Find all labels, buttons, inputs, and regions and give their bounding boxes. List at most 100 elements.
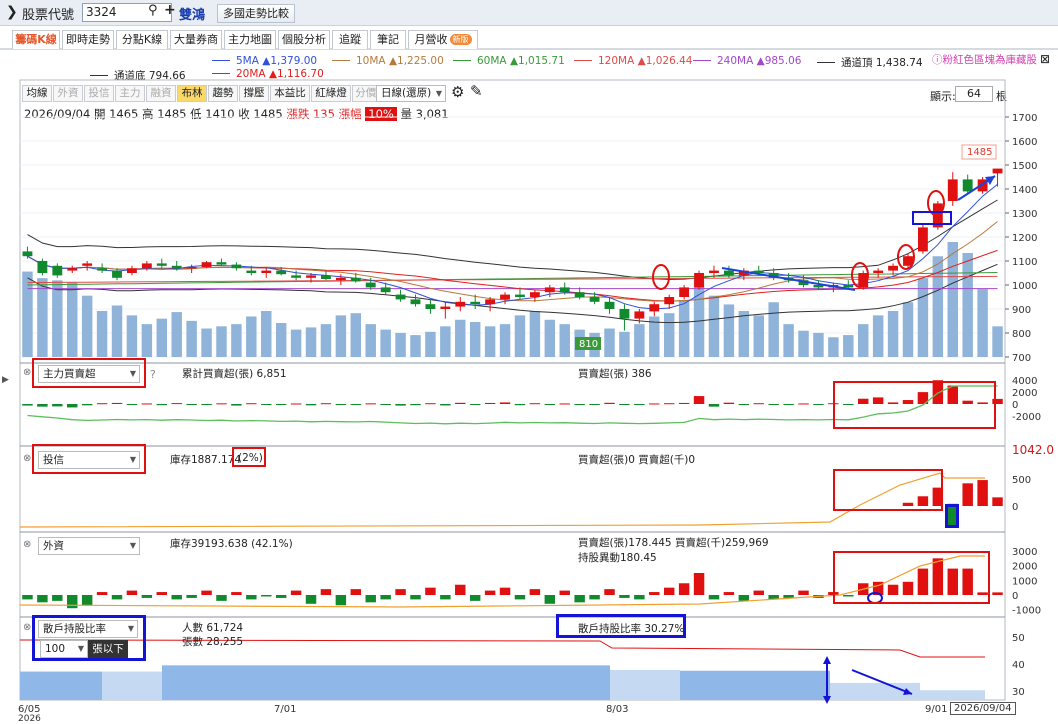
foreign-select[interactable]: 外資 ▼	[38, 537, 140, 555]
price-tick-label: 900	[1012, 305, 1031, 316]
price-tick-label: 1000	[1012, 281, 1037, 292]
foreign-bar	[619, 595, 630, 598]
candle-body	[873, 270, 884, 273]
price-chart[interactable]: 1700 1600 1500 1400 1300 1200 1100 1000 900 800 70…	[0, 0, 1058, 720]
candle-body	[888, 265, 898, 271]
volume-bar	[231, 324, 242, 357]
trust-side-value: 1042.0	[1012, 443, 1054, 457]
volume-bar	[380, 329, 391, 357]
volume-bar	[768, 302, 779, 357]
volume-bar	[410, 335, 421, 357]
candle-body	[171, 265, 182, 269]
panel-toggle-icon[interactable]: ▶	[2, 375, 9, 385]
volume-bar	[499, 324, 511, 357]
candle-body	[291, 275, 302, 278]
trust-bar	[962, 483, 973, 506]
foreign-bar	[440, 595, 451, 600]
foreign-select-label: 外資	[43, 540, 64, 552]
volume-bar	[947, 242, 958, 357]
foreign-bar	[529, 589, 541, 595]
trust-tick-label: 0	[1012, 502, 1018, 513]
holders-tick-label: 50	[1012, 633, 1025, 644]
candle-body	[37, 261, 48, 273]
panel-close-icon[interactable]: ⊗	[23, 622, 31, 633]
foreign-bar	[231, 592, 242, 595]
panel-close-icon[interactable]: ⊗	[23, 367, 31, 378]
candle-body	[500, 294, 510, 300]
candle-body	[22, 251, 33, 257]
volume-bar	[484, 326, 496, 357]
main-force-bar	[365, 403, 376, 405]
main-force-bar	[275, 404, 287, 405]
volume-bar	[275, 323, 287, 357]
candle-body	[619, 309, 630, 319]
main-force-bar	[52, 404, 63, 407]
volume-bar	[678, 300, 690, 357]
foreign-bar	[275, 595, 287, 598]
main-force-bar	[22, 404, 33, 406]
foreign-change-label: 持股異動180.45	[578, 552, 657, 564]
annotation-box-holders-ratio	[556, 614, 686, 638]
volume-bar	[783, 324, 794, 357]
volume-bar	[917, 278, 929, 357]
main-force-bar	[201, 404, 212, 406]
holders-people-line	[19, 639, 985, 658]
volume-bar	[514, 315, 526, 357]
main-force-bar	[783, 404, 794, 405]
candle-body	[156, 263, 167, 266]
annotation-trend-line	[721, 267, 856, 291]
price-tick-label: 1700	[1012, 113, 1037, 124]
candle-body	[231, 264, 242, 269]
annotation-box-trust-pct	[232, 447, 266, 467]
foreign-bar	[380, 595, 391, 600]
volume-bar	[663, 313, 675, 357]
annotation-box-foreign-bars	[833, 551, 990, 604]
main-force-bar	[559, 403, 570, 405]
volume-bar	[455, 319, 466, 357]
main-force-bar	[499, 402, 511, 404]
main-force-bar	[171, 403, 182, 405]
panel-close-icon[interactable]: ⊗	[23, 453, 31, 464]
panel-close-icon[interactable]: ⊗	[23, 539, 31, 550]
main-force-bar	[335, 404, 347, 405]
main-force-bar	[678, 402, 690, 404]
foreign-bar	[663, 587, 675, 595]
price-tick-label: 700	[1012, 353, 1031, 364]
candle-body	[559, 287, 570, 293]
volume-bar	[350, 313, 362, 357]
candle-body	[664, 297, 675, 305]
volume-bar	[22, 271, 33, 357]
annotation-box-main-force-select	[32, 358, 146, 388]
candle-body	[947, 179, 958, 201]
volume-bar	[902, 302, 914, 357]
volume-bar	[186, 320, 197, 357]
volume-bar	[365, 324, 376, 357]
main-force-bar	[723, 402, 735, 404]
volume-bar	[201, 328, 212, 357]
foreign-bar	[514, 595, 526, 600]
foreign-tick-label: 3000	[1012, 547, 1037, 558]
main-force-bar	[111, 402, 123, 404]
price-tick-label: 1300	[1012, 209, 1037, 220]
foreign-bar	[634, 595, 645, 600]
help-icon[interactable]: ?	[150, 368, 156, 381]
volume-bar	[96, 311, 108, 357]
candle-body	[97, 268, 108, 271]
volume-bar	[634, 324, 645, 357]
volume-bar	[872, 315, 884, 357]
main-force-tick-label: 0	[1012, 400, 1018, 411]
trust-holding-label: 庫存1887.174	[170, 454, 242, 466]
volume-bar	[887, 311, 899, 357]
main-force-tick-label: 4000	[1012, 376, 1037, 387]
holders-tick-label: 40	[1012, 660, 1025, 671]
candle-body	[112, 270, 122, 278]
main-force-bar	[544, 404, 556, 405]
main-force-tick-label: -2000	[1012, 412, 1041, 423]
foreign-bar	[425, 587, 436, 595]
main-force-bar	[67, 404, 78, 408]
foreign-bar	[410, 595, 421, 600]
foreign-bar	[111, 595, 123, 600]
foreign-bar	[753, 590, 764, 595]
foreign-bar	[290, 590, 302, 595]
x-tick-label: 9/01	[925, 704, 948, 715]
